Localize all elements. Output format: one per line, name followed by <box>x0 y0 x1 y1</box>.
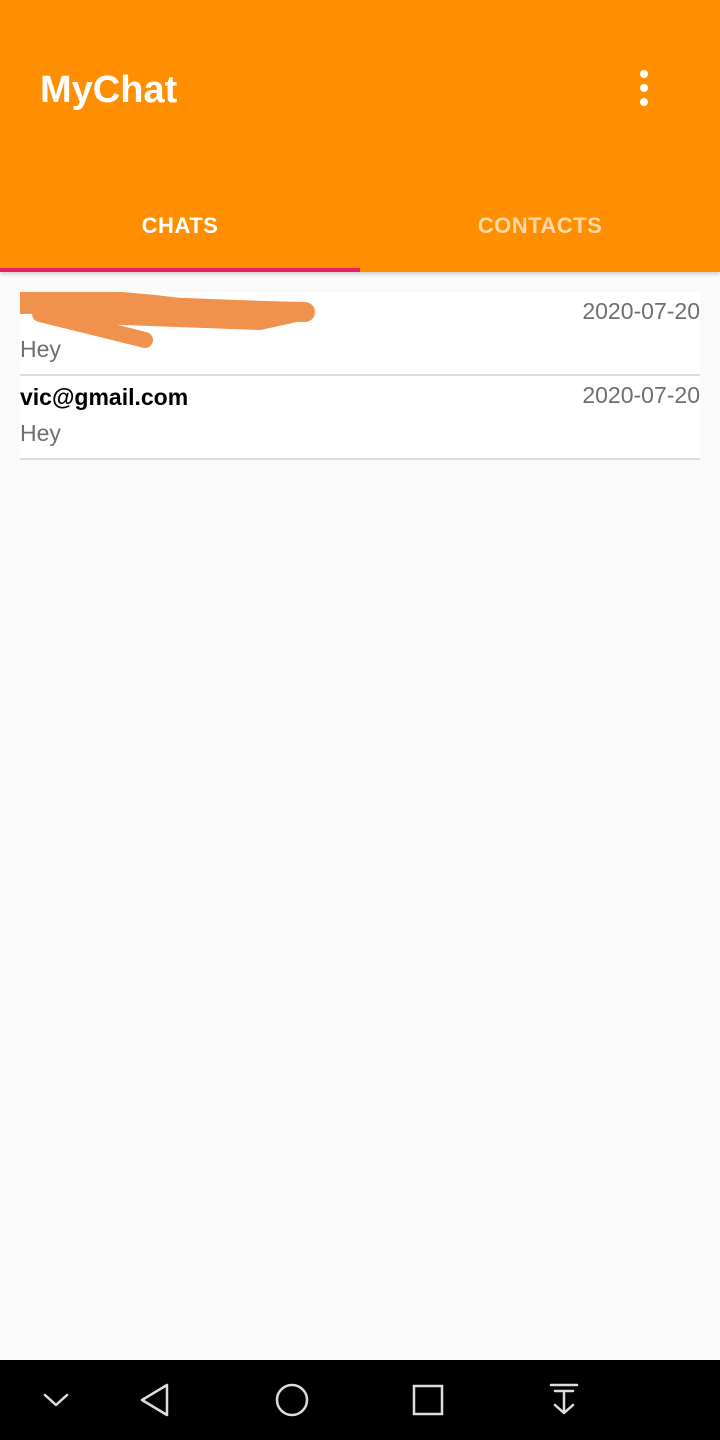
tab-contacts[interactable]: CONTACTS <box>360 180 720 272</box>
chat-list: 2020-07-20 Hey vic@gmail.com 2020-07-20 … <box>20 292 700 460</box>
chevron-down-icon[interactable] <box>36 1380 76 1420</box>
chat-name: vic@gmail.com <box>20 384 189 410</box>
home-icon[interactable] <box>272 1380 312 1420</box>
app-bar: MyChat CHATS CONTACTS <box>0 0 720 272</box>
app-title: MyChat <box>40 69 178 111</box>
chat-message: Hey <box>20 420 61 446</box>
chat-row[interactable]: 2020-07-20 Hey <box>20 292 700 376</box>
recents-icon[interactable] <box>408 1380 448 1420</box>
notification-pull-icon[interactable] <box>544 1380 584 1420</box>
chat-date: 2020-07-20 <box>582 382 700 408</box>
chat-row[interactable]: vic@gmail.com 2020-07-20 Hey <box>20 376 700 460</box>
back-icon[interactable] <box>136 1380 176 1420</box>
redaction-scribble <box>20 292 315 348</box>
system-nav-bar <box>0 1360 720 1440</box>
chat-date: 2020-07-20 <box>582 298 700 324</box>
tab-chats[interactable]: CHATS <box>0 180 360 272</box>
more-vert-icon[interactable] <box>620 64 668 112</box>
tab-indicator <box>0 268 360 272</box>
